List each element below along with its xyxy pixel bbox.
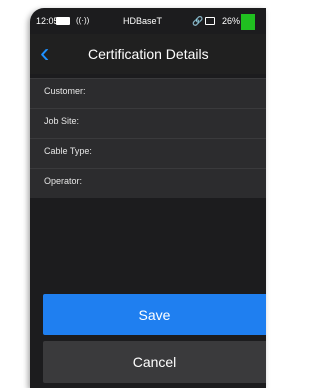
wifi-icon: ((·)) <box>76 16 90 25</box>
cancel-button[interactable]: Cancel <box>43 341 266 383</box>
field-label: Cable Type: <box>44 146 92 156</box>
monitor-icon <box>205 17 215 25</box>
battery-level-icon <box>241 14 255 30</box>
field-label: Job Site: <box>44 116 80 126</box>
customer-field[interactable]: Customer: <box>30 78 266 104</box>
details-list: Customer: Job Site: Cable Type: Operator… <box>30 78 266 198</box>
link-icon: 🔗 <box>192 16 204 26</box>
operator-field[interactable]: Operator: <box>30 168 266 194</box>
save-button[interactable]: Save <box>43 294 266 335</box>
connection-label: HDBaseT <box>123 16 163 26</box>
app-header: ‹ Certification Details <box>30 34 266 74</box>
cable-type-field[interactable]: Cable Type: <box>30 138 266 164</box>
chevron-left-icon[interactable]: ‹ <box>40 35 49 71</box>
battery-icon <box>56 17 70 25</box>
page-title: Certification Details <box>88 46 209 62</box>
field-label: Operator: <box>44 176 83 186</box>
status-bar: 12:05 ((·)) HDBaseT 🔗 26% <box>30 14 266 30</box>
device-screen: 12:05 ((·)) HDBaseT 🔗 26% ‹ Certificatio… <box>30 8 266 388</box>
battery-percent: 26% <box>222 16 241 26</box>
job-site-field[interactable]: Job Site: <box>30 108 266 134</box>
field-label: Customer: <box>44 86 86 96</box>
